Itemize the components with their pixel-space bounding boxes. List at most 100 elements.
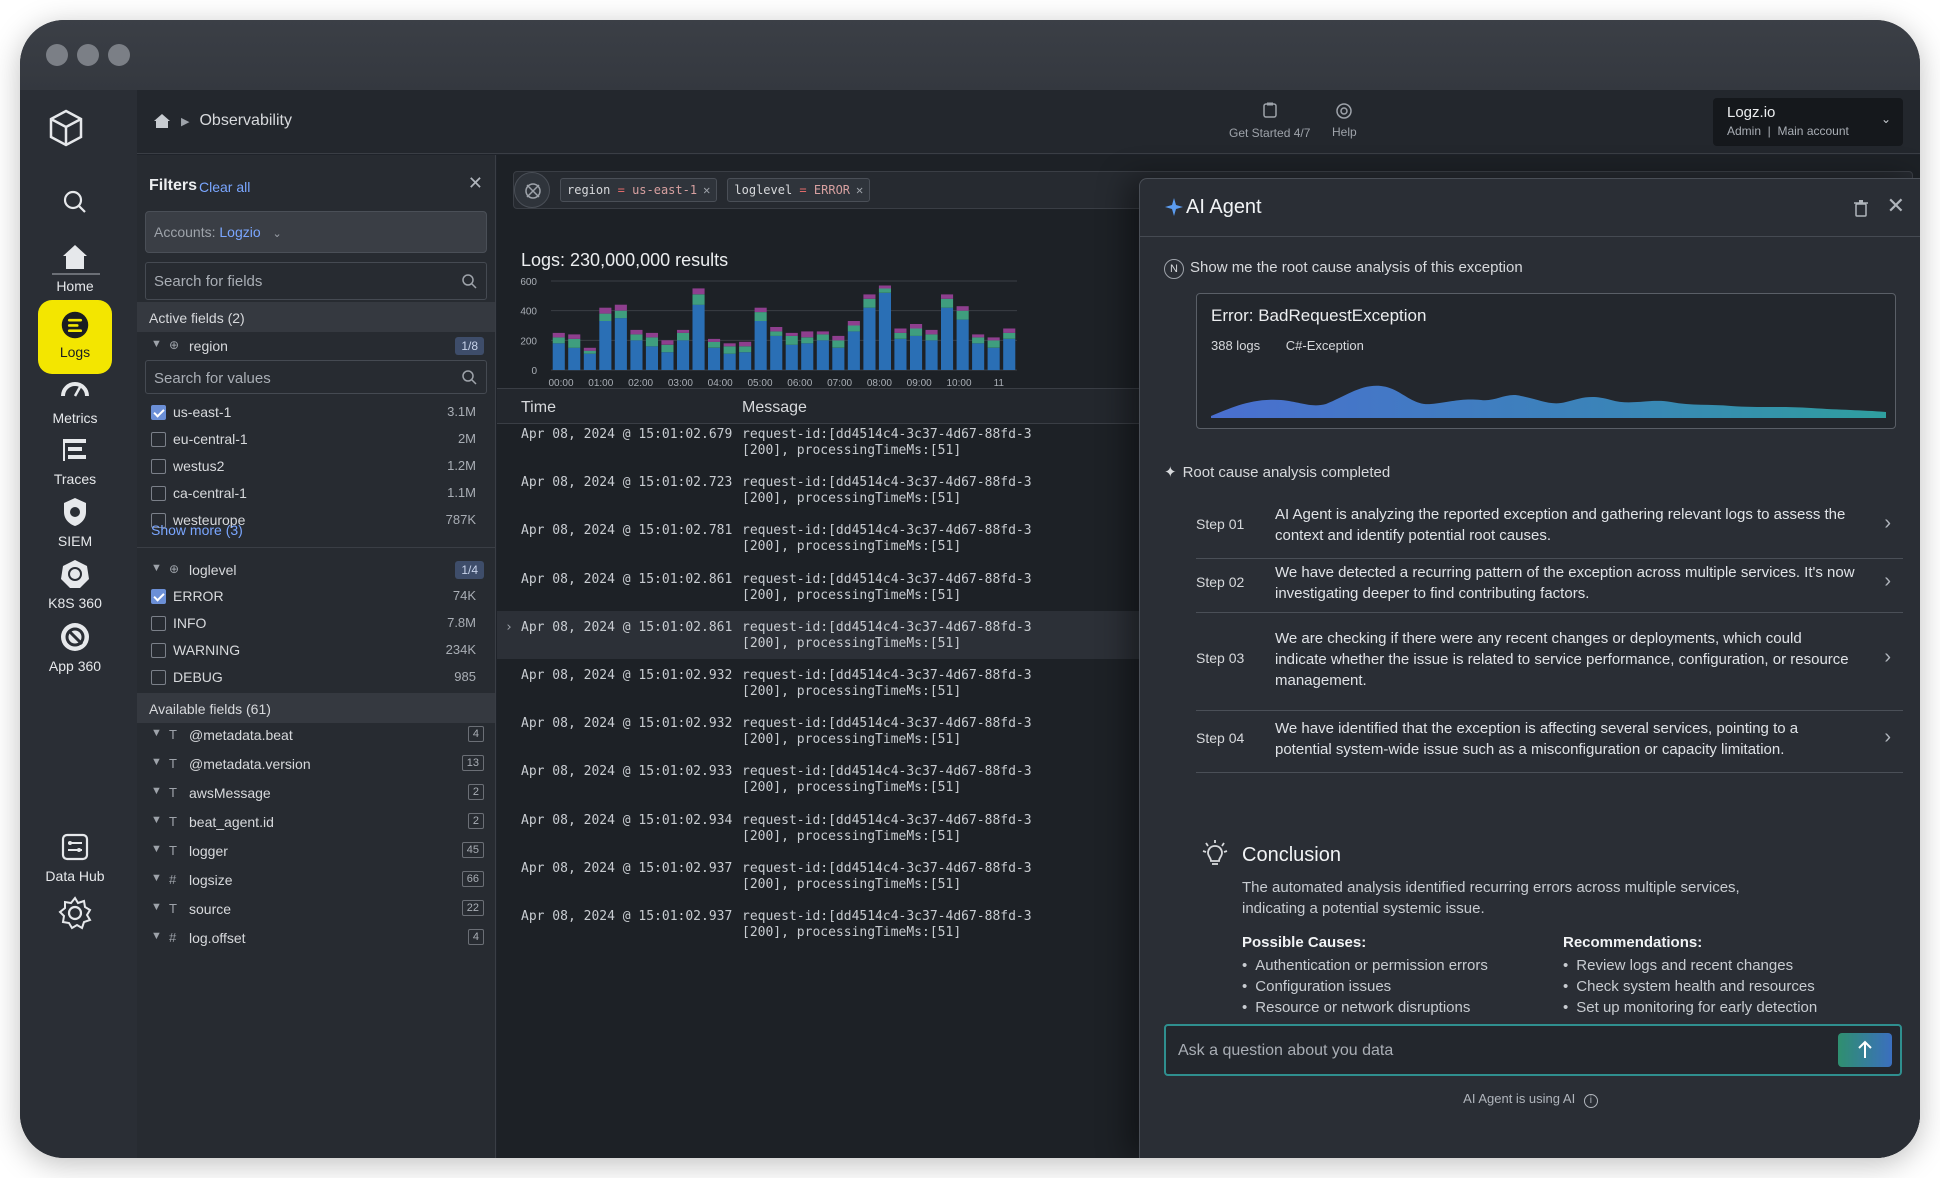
loglevel-value-row[interactable]: WARNING 234K [137, 639, 495, 666]
available-field-row[interactable]: ▼ T @metadata.version 13 [137, 751, 495, 780]
histogram-bar[interactable] [599, 307, 612, 314]
histogram-bar[interactable] [972, 334, 985, 338]
histogram-bar[interactable] [645, 346, 658, 370]
histogram-bar[interactable] [1003, 338, 1016, 370]
histogram-bar[interactable] [754, 307, 767, 313]
histogram-bar[interactable] [925, 329, 938, 335]
histogram-bar[interactable] [661, 340, 674, 345]
histogram-bar[interactable] [661, 352, 674, 370]
column-time[interactable]: Time [521, 399, 556, 417]
rail-item-data-hub[interactable]: Data Hub [38, 830, 112, 884]
histogram-bar[interactable] [677, 340, 690, 370]
histogram-bar[interactable] [910, 335, 923, 370]
checkbox[interactable] [151, 643, 166, 658]
chevron-right-icon[interactable]: › [1884, 726, 1891, 749]
histogram-bar[interactable] [770, 335, 783, 370]
histogram-bar[interactable] [739, 346, 752, 353]
histogram-bar[interactable] [770, 327, 783, 332]
histogram-bar[interactable] [552, 337, 565, 344]
checkbox[interactable] [151, 589, 166, 604]
accounts-select[interactable]: Accounts: Logzio ⌄ [145, 211, 487, 253]
available-field-row[interactable]: ▼ Tbeat_agent.id 2 [137, 809, 495, 838]
gear-icon[interactable] [57, 895, 93, 931]
histogram-bar[interactable] [832, 335, 845, 341]
histogram-bar[interactable] [708, 347, 721, 371]
rail-item-k8s[interactable]: K8S 360 [38, 557, 112, 611]
chevron-right-icon[interactable]: › [1884, 646, 1891, 669]
histogram-bar[interactable] [645, 332, 658, 338]
histogram-bar[interactable] [614, 318, 627, 370]
home-breadcrumb-icon[interactable] [153, 113, 171, 129]
loglevel-field-group[interactable]: ▼ ⊕ loglevel 1/4 [137, 559, 495, 585]
histogram-bar[interactable] [614, 310, 627, 319]
query-chip[interactable]: region = us-east-1 ✕ [560, 178, 718, 202]
histogram-bar[interactable] [878, 292, 891, 370]
histogram-bar[interactable] [552, 332, 565, 338]
query-chip[interactable]: loglevel = ERROR ✕ [727, 178, 871, 202]
histogram-bar[interactable] [847, 321, 860, 326]
histogram-bar[interactable] [692, 288, 705, 295]
rail-item-app360[interactable]: App 360 [38, 620, 112, 674]
chevron-right-icon[interactable]: › [505, 620, 513, 635]
region-value-row[interactable]: eu-central-1 2M [137, 428, 495, 455]
histogram-bar[interactable] [630, 340, 643, 370]
get-started-button[interactable]: Get Started 4/7 [1229, 102, 1310, 140]
histogram-bar[interactable] [708, 338, 721, 342]
available-field-row[interactable]: ▼ TawsMessage 2 [137, 780, 495, 809]
show-more-link[interactable]: Show more (3) [151, 522, 243, 538]
histogram-bar[interactable] [692, 294, 705, 305]
histogram-bar[interactable] [863, 298, 876, 308]
histogram-bar[interactable] [801, 343, 814, 370]
histogram-bar[interactable] [630, 329, 643, 335]
histogram-bar[interactable] [863, 307, 876, 370]
chevron-right-icon[interactable]: › [1884, 512, 1891, 535]
histogram-bar[interactable] [910, 328, 923, 336]
histogram-bar[interactable] [987, 337, 1000, 341]
histogram-bar[interactable] [847, 331, 860, 370]
histogram-bar[interactable] [770, 331, 783, 336]
histogram-bar[interactable] [692, 304, 705, 370]
region-value-row[interactable]: us-east-1 3.1M [137, 401, 495, 428]
histogram-bar[interactable] [739, 341, 752, 347]
close-icon[interactable]: ✕ [703, 183, 710, 197]
error-card[interactable]: Error: BadRequestException 388 logs C#-E… [1196, 293, 1896, 429]
rail-item-siem[interactable]: SIEM [38, 495, 112, 549]
histogram-bar[interactable] [754, 321, 767, 370]
histogram-bar[interactable] [941, 298, 954, 308]
histogram-bar[interactable] [568, 347, 581, 371]
histogram-bar[interactable] [894, 328, 907, 333]
analysis-step[interactable]: Step 03 We are checking if there were any… [1196, 613, 1903, 711]
checkbox[interactable] [151, 486, 166, 501]
breadcrumb-current[interactable]: Observability [199, 112, 291, 130]
histogram-bar[interactable] [910, 324, 923, 329]
available-field-row[interactable]: ▼ Tlogger 45 [137, 838, 495, 867]
histogram-bar[interactable] [677, 329, 690, 333]
help-button[interactable]: Help [1332, 102, 1357, 139]
histogram-bar[interactable] [1003, 332, 1016, 339]
histogram-bar[interactable] [925, 340, 938, 370]
close-icon[interactable]: ✕ [468, 173, 483, 194]
histogram-bar[interactable] [832, 340, 845, 348]
histogram-bar[interactable] [832, 347, 845, 371]
histogram-bar[interactable] [816, 334, 829, 341]
histogram-bar[interactable] [894, 338, 907, 370]
histogram-bar[interactable] [599, 313, 612, 321]
histogram-bar[interactable] [925, 334, 938, 341]
histogram-bar[interactable] [1003, 328, 1016, 333]
loglevel-value-row[interactable]: INFO 7.8M [137, 612, 495, 639]
window-minimize-button[interactable] [77, 44, 99, 66]
histogram-bar[interactable] [956, 306, 969, 311]
close-icon[interactable]: ✕ [856, 183, 863, 197]
histogram-bar[interactable] [583, 353, 596, 370]
histogram-bar[interactable] [941, 307, 954, 370]
checkbox[interactable] [151, 616, 166, 631]
column-message[interactable]: Message [742, 399, 807, 417]
info-icon[interactable]: i [1583, 1094, 1598, 1108]
loglevel-value-row[interactable]: ERROR 74K [137, 585, 495, 612]
available-field-row[interactable]: ▼ # logsize 66 [137, 867, 495, 896]
checkbox[interactable] [151, 670, 166, 685]
histogram-bar[interactable] [941, 294, 954, 299]
histogram-bar[interactable] [785, 344, 798, 370]
trash-icon[interactable] [1853, 199, 1869, 217]
histogram-bar[interactable] [816, 340, 829, 370]
